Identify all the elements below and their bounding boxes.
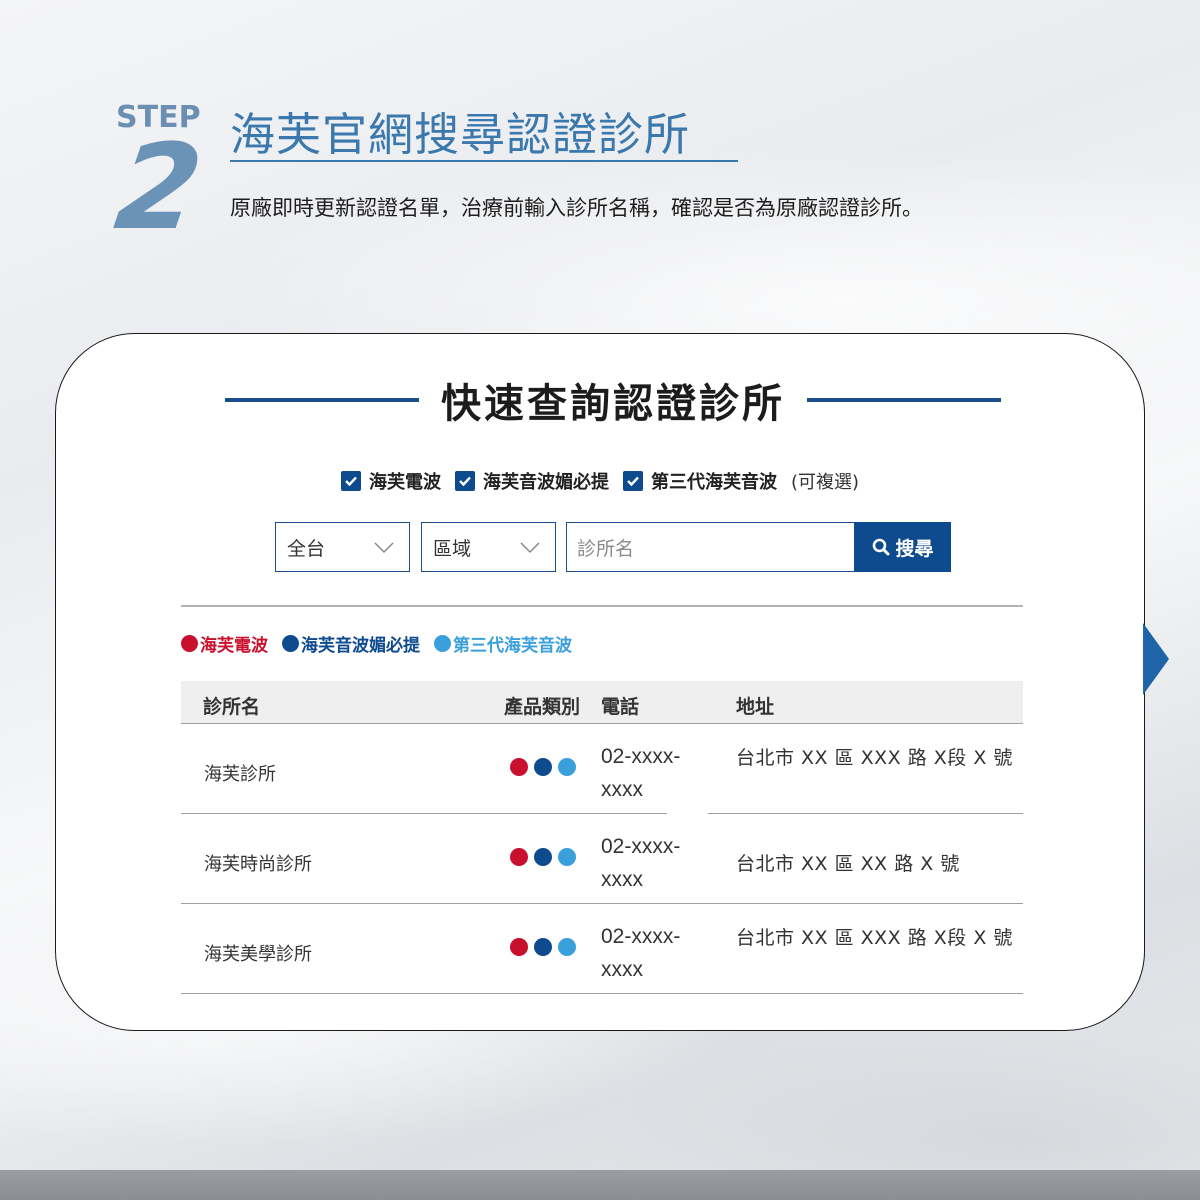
phone-line-2: xxxx xyxy=(601,958,643,981)
light-blue-dot-icon xyxy=(558,938,576,956)
step-number: 2 xyxy=(108,118,210,256)
column-header-name: 診所名 xyxy=(203,696,261,718)
table-row[interactable]: 海芙美學診所 02-xxxx- xxxx 台北市 XX 區 XXX 路 X段 X… xyxy=(181,904,1023,994)
filter-hifu-mbt[interactable]: 海芙音波媚必提 xyxy=(455,468,609,494)
red-dot-icon xyxy=(181,635,198,652)
multi-select-note: (可複選) xyxy=(791,472,860,493)
search-icon xyxy=(873,538,890,556)
clinic-name: 海芙時尚診所 xyxy=(204,854,312,875)
table-row[interactable]: 海芙時尚診所 02-xxxx- xxxx 台北市 XX 區 XX 路 X 號 xyxy=(181,814,1023,904)
navy-dot-icon xyxy=(534,938,552,956)
section-divider xyxy=(181,605,1023,607)
checkbox-checked-icon[interactable] xyxy=(455,471,475,491)
legend-item-hifu-mbt: 海芙音波媚必提 xyxy=(282,631,420,656)
filter-hifu-3rd-gen[interactable]: 第三代海芙音波 xyxy=(623,468,777,494)
title-underline xyxy=(230,160,738,162)
clinic-address: 台北市 XX 區 XXX 路 X段 X 號 xyxy=(736,747,1013,769)
region-select[interactable]: 全台 xyxy=(275,522,410,572)
phone-line-2: xxxx xyxy=(601,868,643,891)
product-legend: 海芙電波 海芙音波媚必提 第三代海芙音波 xyxy=(181,631,586,656)
navy-dot-icon xyxy=(534,758,552,776)
filter-label: 海芙音波媚必提 xyxy=(483,472,609,493)
phone-line-2: xxxx xyxy=(601,778,643,801)
bottom-bar xyxy=(0,1170,1200,1200)
red-dot-icon xyxy=(510,758,528,776)
red-dot-icon xyxy=(510,938,528,956)
legend-label: 海芙電波 xyxy=(200,636,268,656)
card-heading-text: 快速查詢認證診所 xyxy=(441,380,785,427)
light-blue-dot-icon xyxy=(558,758,576,776)
navy-dot-icon xyxy=(534,848,552,866)
clinic-phone: 02-xxxx- xxxx xyxy=(601,740,701,806)
product-filters: 海芙電波 海芙音波媚必提 第三代海芙音波 (可複選) xyxy=(341,468,859,494)
chevron-down-icon xyxy=(520,542,540,554)
navy-dot-icon xyxy=(282,635,299,652)
chevron-down-icon xyxy=(374,542,394,554)
search-button-label: 搜尋 xyxy=(895,537,934,560)
checkbox-checked-icon[interactable] xyxy=(623,471,643,491)
legend-label: 海芙音波媚必提 xyxy=(301,636,420,656)
row-divider xyxy=(181,992,1023,994)
page-title: 海芙官網搜尋認證診所 xyxy=(230,108,691,161)
checkbox-checked-icon[interactable] xyxy=(341,471,361,491)
page-subtitle: 原廠即時更新認證名單，治療前輸入診所名稱，確認是否為原廠認證診所。 xyxy=(230,196,923,220)
district-select[interactable]: 區域 xyxy=(421,522,556,572)
phone-line-1: 02-xxxx- xyxy=(601,745,681,768)
column-header-phone: 電話 xyxy=(601,696,640,718)
column-header-address: 地址 xyxy=(736,696,775,718)
clinic-phone: 02-xxxx- xxxx xyxy=(601,920,701,986)
clinic-name-input[interactable]: 診所名 xyxy=(566,522,855,572)
table-row[interactable]: 海芙診所 02-xxxx- xxxx 台北市 XX 區 XXX 路 X段 X 號 xyxy=(181,724,1023,814)
district-select-value: 區域 xyxy=(433,537,472,560)
clinic-address: 台北市 XX 區 XX 路 X 號 xyxy=(736,853,960,875)
phone-line-1: 02-xxxx- xyxy=(601,925,681,948)
product-dots xyxy=(510,938,576,956)
filter-label: 第三代海芙音波 xyxy=(651,472,777,493)
clinic-name: 海芙診所 xyxy=(204,764,276,785)
clinic-name: 海芙美學診所 xyxy=(204,944,312,965)
next-arrow-icon[interactable] xyxy=(1143,623,1169,695)
region-select-value: 全台 xyxy=(287,537,326,560)
phone-line-1: 02-xxxx- xyxy=(601,835,681,858)
legend-item-rf: 海芙電波 xyxy=(181,631,268,656)
light-blue-dot-icon xyxy=(434,635,451,652)
red-dot-icon xyxy=(510,848,528,866)
product-dots xyxy=(510,758,576,776)
search-button[interactable]: 搜尋 xyxy=(854,522,951,572)
heading-line-left xyxy=(225,398,419,402)
heading-line-right xyxy=(807,398,1001,402)
card-heading: 快速查詢認證診所 xyxy=(225,375,1001,427)
product-dots xyxy=(510,848,576,866)
filter-rf[interactable]: 海芙電波 xyxy=(341,468,441,494)
column-header-products: 產品類別 xyxy=(504,696,581,718)
clinic-name-placeholder: 診所名 xyxy=(577,537,635,560)
legend-label: 第三代海芙音波 xyxy=(453,636,572,656)
legend-item-hifu-3rd-gen: 第三代海芙音波 xyxy=(434,631,572,656)
light-blue-dot-icon xyxy=(558,848,576,866)
clinic-phone: 02-xxxx- xxxx xyxy=(601,830,701,896)
table-header: 診所名 產品類別 電話 地址 xyxy=(181,681,1023,724)
clinic-address: 台北市 XX 區 XXX 路 X段 X 號 xyxy=(736,927,1013,949)
filter-label: 海芙電波 xyxy=(369,472,441,493)
